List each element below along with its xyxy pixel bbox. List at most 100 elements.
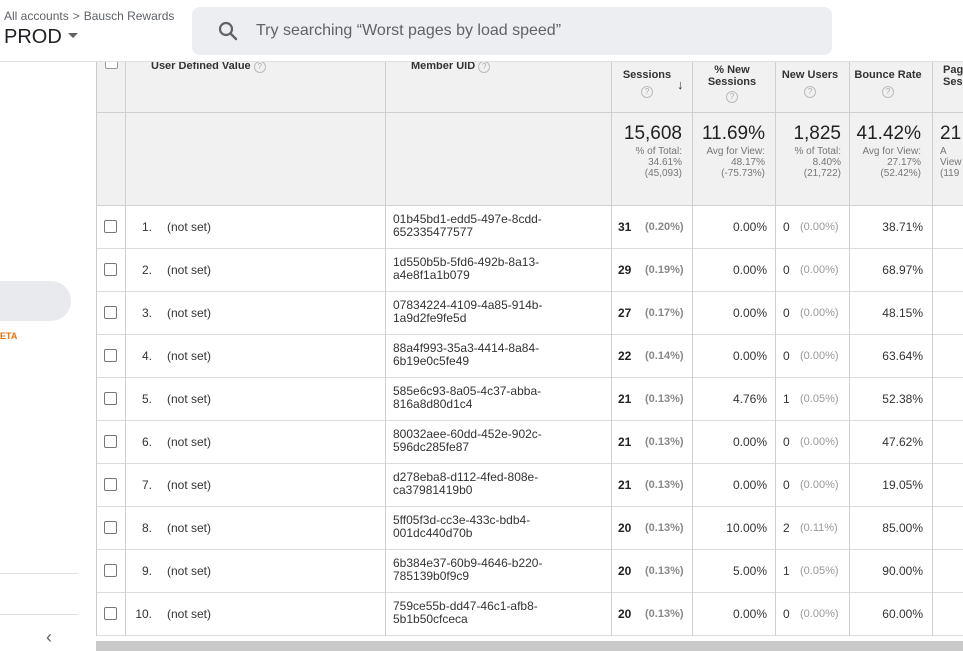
member-uid[interactable]: d278eba8-d112-4fed-808e-ca37981419b0	[393, 471, 593, 497]
user-defined-value[interactable]: (not set)	[167, 220, 211, 234]
help-icon[interactable]: ?	[726, 91, 738, 103]
user-defined-value[interactable]: (not set)	[167, 263, 211, 277]
table-row[interactable]: 7. (not set) d278eba8-d112-4fed-808e-ca3…	[97, 464, 963, 507]
collapse-nav-icon[interactable]: ‹	[46, 627, 52, 648]
user-defined-value[interactable]: (not set)	[167, 435, 211, 449]
user-defined-value[interactable]: (not set)	[167, 607, 211, 621]
row-checkbox[interactable]	[104, 306, 117, 319]
member-uid[interactable]: 80032aee-60dd-452e-902c- 596dc285fe87	[393, 428, 593, 454]
property-selector[interactable]: PROD	[4, 26, 78, 49]
search-icon[interactable]	[218, 21, 238, 41]
total-sub-line: 8.40%	[812, 157, 841, 168]
column-header-label[interactable]: User Defined Value	[151, 62, 251, 72]
column-header-bounce-rate[interactable]: Bounce Rate ?	[853, 69, 923, 98]
member-uid-line2[interactable]: 6b19e0c5fe49	[393, 355, 593, 368]
member-uid-line2[interactable]: 5b1b50cfceca	[393, 613, 593, 626]
breadcrumb-root[interactable]: All accounts	[4, 9, 69, 23]
table-row[interactable]: 8. (not set) 5ff05f3d-cc3e-433c-bdb4- 001…	[97, 507, 963, 550]
member-uid-line2[interactable]: 596dc285fe87	[393, 441, 593, 454]
help-icon[interactable]: ?	[478, 62, 491, 73]
caret-down-icon[interactable]	[67, 33, 78, 39]
sessions-value: 29	[618, 263, 632, 277]
help-icon[interactable]: ?	[641, 86, 653, 98]
column-header-sessions[interactable]: Sessions ?	[617, 69, 677, 98]
table-row[interactable]: 10. (not set) 759ce55b-dd47-46c1-afb8- 5b…	[97, 593, 963, 636]
total-sub-line: 48.17%	[731, 157, 765, 168]
help-icon[interactable]: ?	[882, 86, 894, 98]
beta-badge: ETA	[0, 331, 18, 341]
member-uid[interactable]: 5ff05f3d-cc3e-433c-bdb4- 001dc440d70b	[393, 514, 593, 540]
column-divider	[692, 62, 693, 636]
row-checkbox[interactable]	[104, 220, 117, 233]
table-row[interactable]: 2. (not set) 1d550b5b-5fd6-492b-8a13- a4e…	[97, 249, 963, 292]
row-checkbox[interactable]	[104, 435, 117, 448]
search-placeholder[interactable]: Try searching “Worst pages by load speed…	[256, 22, 561, 40]
table-row[interactable]: 9. (not set) 6b384e37-60b9-4646-b220- 785…	[97, 550, 963, 593]
top-header: All accounts > Bausch Rewards PROD Try sea…	[0, 0, 963, 62]
column-header-new-sessions[interactable]: % New Sessions ?	[697, 64, 767, 103]
row-rank: 9.	[141, 564, 152, 578]
column-header-label[interactable]: Bounce Rate	[853, 69, 923, 81]
column-header-label[interactable]: Sessions	[617, 69, 677, 81]
horizontal-scrollbar[interactable]	[96, 641, 963, 651]
member-uid[interactable]: 1d550b5b-5fd6-492b-8a13- a4e8f1a1b079	[393, 256, 593, 282]
sessions-percent: (0.13%)	[645, 393, 684, 405]
new-sessions-value: 10.00%	[726, 521, 767, 535]
row-checkbox[interactable]	[104, 564, 117, 577]
user-defined-value[interactable]: (not set)	[167, 306, 211, 320]
member-uid-line2[interactable]: 785139b0f9c9	[393, 570, 593, 583]
row-checkbox[interactable]	[104, 607, 117, 620]
column-header-label[interactable]: Member UID	[411, 62, 475, 72]
member-uid-line2[interactable]: 816a8d80d1c4	[393, 398, 593, 411]
column-header-pages-session[interactable]: Pag Ses	[943, 64, 963, 88]
row-checkbox[interactable]	[104, 349, 117, 362]
total-sub-line: % of Total:	[635, 146, 682, 157]
user-defined-value[interactable]: (not set)	[167, 564, 211, 578]
member-uid[interactable]: 07834224-4109-4a85-914b- 1a9d2fe9fe5d	[393, 299, 593, 325]
column-header-label[interactable]: New Users	[777, 69, 843, 81]
user-defined-value[interactable]: (not set)	[167, 521, 211, 535]
sort-descending-icon[interactable]: ↓	[677, 77, 684, 92]
member-uid[interactable]: 01b45bd1-edd5-497e-8cdd- 652335477577	[393, 213, 593, 239]
left-navigation: ETA ‹	[0, 62, 96, 651]
nav-divider	[0, 573, 78, 574]
member-uid-line2[interactable]: 1a9d2fe9fe5d	[393, 312, 593, 325]
table-row[interactable]: 1. (not set) 01b45bd1-edd5-497e-8cdd- 652…	[97, 206, 963, 249]
new-users-value: 0	[783, 349, 790, 363]
sessions-value: 20	[618, 607, 632, 621]
row-checkbox[interactable]	[104, 521, 117, 534]
column-header-udv[interactable]: User Defined Value ?	[151, 62, 301, 73]
member-uid[interactable]: 585e6c93-8a05-4c37-abba- 816a8d80d1c4	[393, 385, 593, 411]
row-checkbox[interactable]	[104, 478, 117, 491]
help-icon[interactable]: ?	[804, 86, 816, 98]
member-uid-line2[interactable]: 001dc440d70b	[393, 527, 593, 540]
member-uid[interactable]: 759ce55b-dd47-46c1-afb8- 5b1b50cfceca	[393, 600, 593, 626]
user-defined-value[interactable]: (not set)	[167, 349, 211, 363]
nav-item-selected[interactable]	[0, 281, 71, 321]
column-header-label[interactable]: % New Sessions	[697, 64, 767, 88]
row-rank: 1.	[141, 220, 152, 234]
sessions-value: 31	[618, 220, 632, 234]
table-row[interactable]: 4. (not set) 88a4f993-35a3-4414-8a84- 6b1…	[97, 335, 963, 378]
table-row[interactable]: 5. (not set) 585e6c93-8a05-4c37-abba- 816…	[97, 378, 963, 421]
breadcrumb-account[interactable]: Bausch Rewards	[84, 9, 175, 23]
help-icon[interactable]: ?	[253, 62, 266, 73]
table-row[interactable]: 3. (not set) 07834224-4109-4a85-914b- 1a9…	[97, 292, 963, 335]
property-name[interactable]: PROD	[4, 26, 62, 48]
breadcrumb[interactable]: All accounts > Bausch Rewards	[4, 9, 174, 23]
member-uid-line2[interactable]: 652335477577	[393, 226, 593, 239]
column-header-new-users[interactable]: New Users ?	[777, 69, 843, 98]
total-pages-session: 21	[940, 123, 962, 144]
select-all-checkbox[interactable]	[105, 62, 118, 69]
table-row[interactable]: 6. (not set) 80032aee-60dd-452e-902c- 596…	[97, 421, 963, 464]
row-checkbox[interactable]	[104, 263, 117, 276]
row-checkbox[interactable]	[104, 392, 117, 405]
search-bar[interactable]: Try searching “Worst pages by load speed…	[192, 7, 832, 55]
member-uid-line2[interactable]: a4e8f1a1b079	[393, 269, 593, 282]
member-uid[interactable]: 6b384e37-60b9-4646-b220- 785139b0f9c9	[393, 557, 593, 583]
user-defined-value[interactable]: (not set)	[167, 392, 211, 406]
column-header-member-uid[interactable]: Member UID ?	[411, 62, 541, 73]
user-defined-value[interactable]: (not set)	[167, 478, 211, 492]
member-uid[interactable]: 88a4f993-35a3-4414-8a84- 6b19e0c5fe49	[393, 342, 593, 368]
member-uid-line2[interactable]: ca37981419b0	[393, 484, 593, 497]
